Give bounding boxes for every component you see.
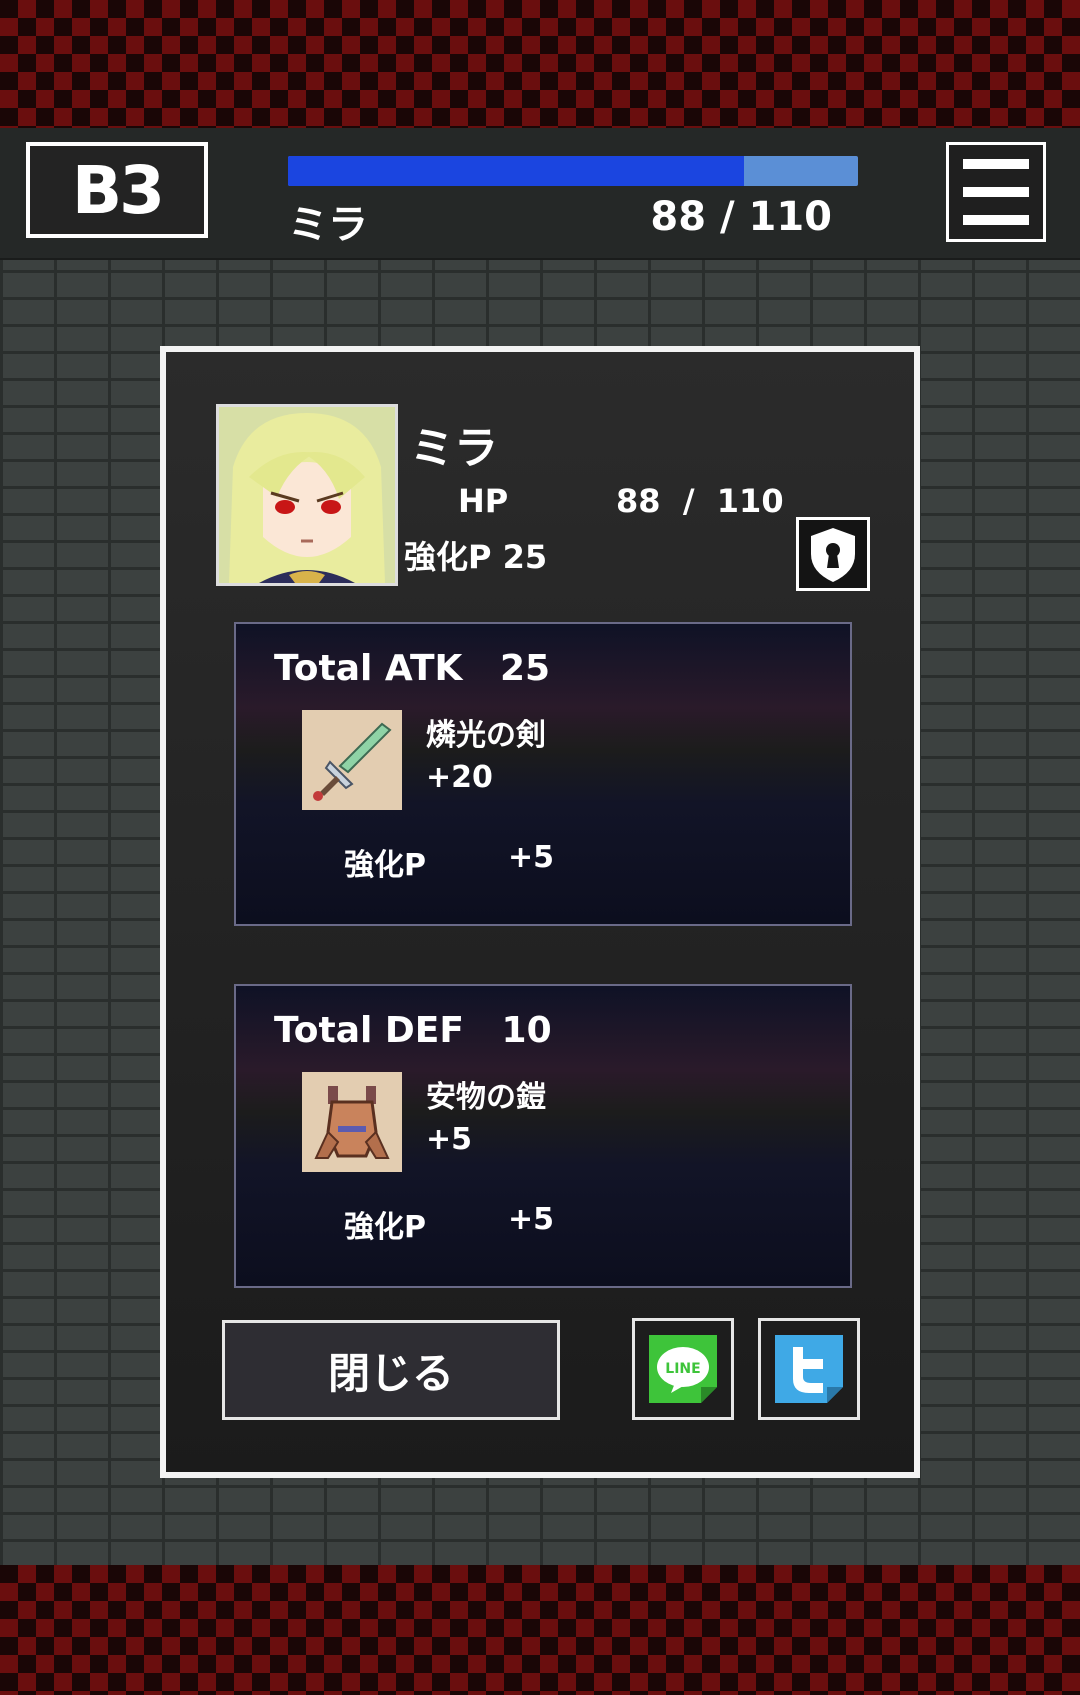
twitter-share-icon xyxy=(775,1335,843,1403)
atk-enhance-value: +5 xyxy=(508,840,555,875)
menu-button[interactable] xyxy=(946,142,1046,242)
hp-bar xyxy=(288,156,858,186)
hp-bar-fill xyxy=(288,156,744,186)
checker-border-bottom xyxy=(0,1565,1080,1695)
line-label: LINE xyxy=(665,1361,700,1377)
floor-badge: B3 xyxy=(26,142,208,238)
close-button[interactable]: 閉じる xyxy=(222,1320,560,1420)
character-name: ミラ xyxy=(288,202,368,248)
status-character-name: ミラ xyxy=(410,423,498,474)
line-share-icon: LINE xyxy=(649,1335,717,1403)
weapon-bonus: +20 xyxy=(426,760,493,795)
defense-stat-box: Total DEF 10 安物の鎧 +5 強化P +5 xyxy=(234,984,852,1288)
sword-icon xyxy=(313,722,392,801)
character-portrait xyxy=(216,404,398,586)
hp-label: HP xyxy=(458,482,509,520)
hamburger-menu-icon xyxy=(963,187,1029,197)
lock-button[interactable] xyxy=(796,517,870,591)
armor-name: 安物の鎧 xyxy=(426,1080,546,1115)
total-def: Total DEF 10 xyxy=(274,1010,552,1051)
def-enhance-label: 強化P xyxy=(344,1210,426,1245)
hamburger-menu-icon xyxy=(963,159,1029,169)
weapon-item[interactable] xyxy=(302,710,402,810)
top-status-bar: B3 ミラ 88 / 110 xyxy=(0,128,1080,260)
enhance-points: 強化P 25 xyxy=(404,538,548,576)
hp-value: 88 / 110 xyxy=(616,482,784,520)
weapon-name: 燐光の剣 xyxy=(426,718,546,753)
armor-item[interactable] xyxy=(302,1072,402,1172)
status-panel: ミラ HP 88 / 110 強化P 25 Total ATK 25 燐光の剣 … xyxy=(160,346,920,1478)
hp-readout: 88 / 110 xyxy=(650,194,832,240)
checker-border-top xyxy=(0,0,1080,128)
armor-icon xyxy=(314,1086,390,1159)
hamburger-menu-icon xyxy=(963,215,1029,225)
twitter-share-button[interactable] xyxy=(758,1318,860,1420)
total-atk: Total ATK 25 xyxy=(274,648,551,689)
shield-keyhole-icon xyxy=(811,528,855,582)
def-enhance-value: +5 xyxy=(508,1202,555,1237)
line-share-button[interactable]: LINE xyxy=(632,1318,734,1420)
armor-bonus: +5 xyxy=(426,1122,473,1157)
attack-stat-box: Total ATK 25 燐光の剣 +20 強化P +5 xyxy=(234,622,852,926)
atk-enhance-label: 強化P xyxy=(344,848,426,883)
